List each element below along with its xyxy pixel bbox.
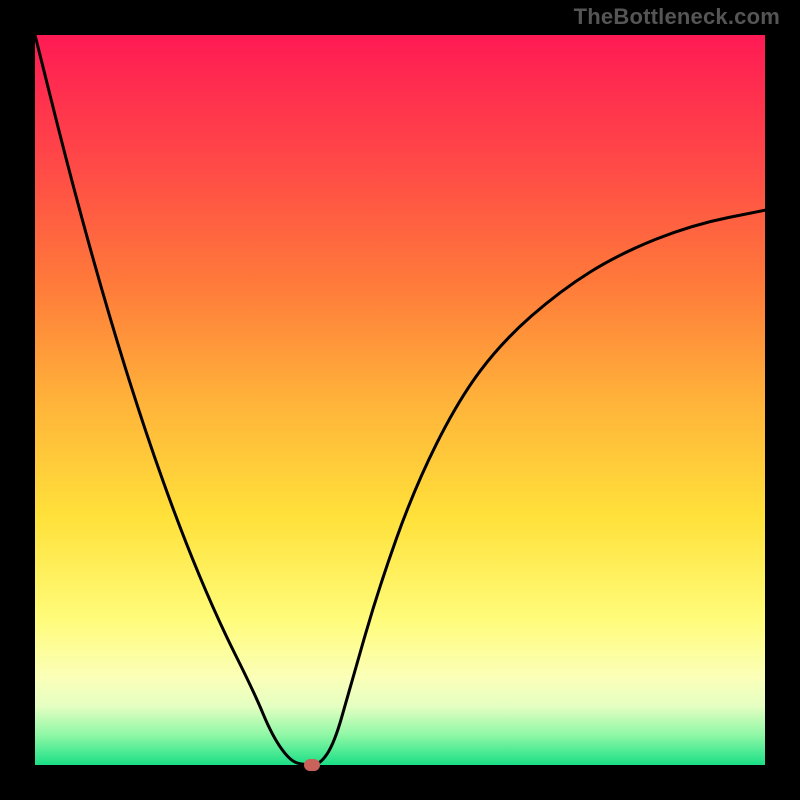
plot-area bbox=[35, 35, 765, 765]
bottleneck-curve bbox=[35, 35, 765, 765]
chart-frame: TheBottleneck.com bbox=[0, 0, 800, 800]
optimal-point-marker bbox=[304, 759, 320, 771]
watermark-label: TheBottleneck.com bbox=[574, 4, 780, 30]
